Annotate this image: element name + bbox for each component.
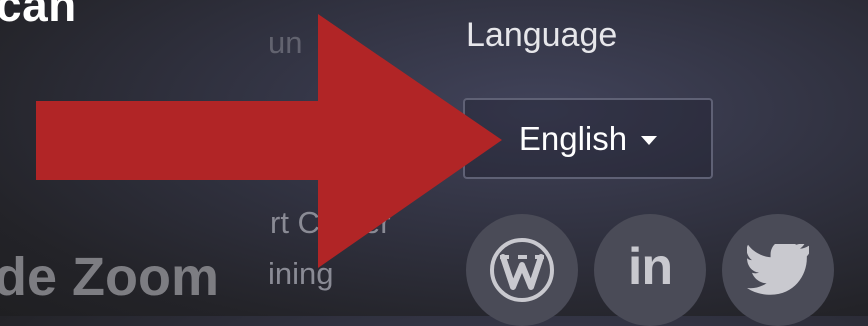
red-arrow-annotation bbox=[36, 14, 502, 268]
arrow-shape bbox=[36, 14, 502, 268]
